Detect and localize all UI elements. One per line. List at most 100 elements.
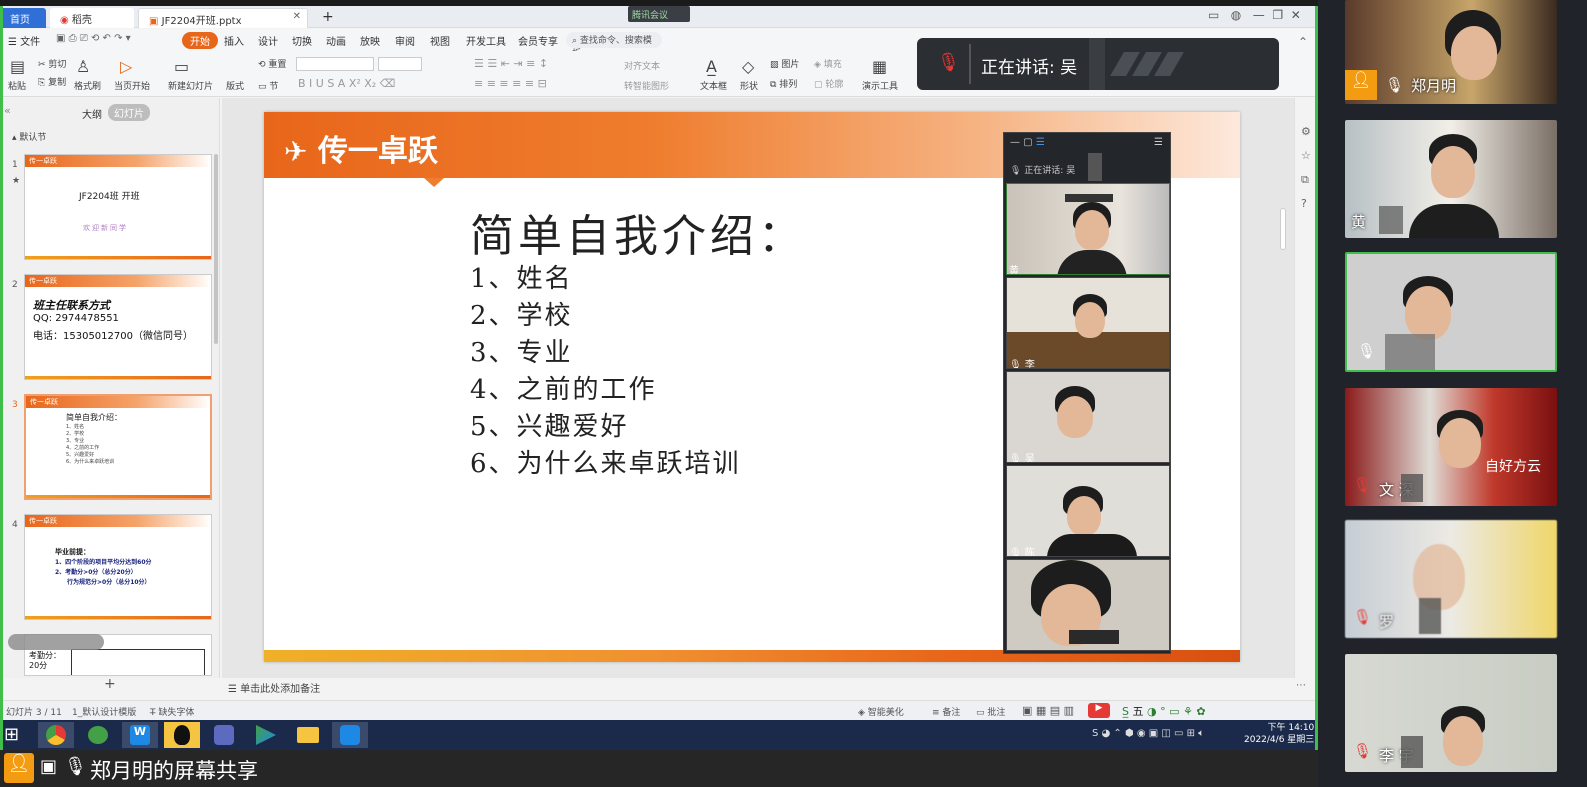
quick-access-icons[interactable]: ▣ ⎙ ⎚ ⟲ ↶ ↷ ▾ bbox=[56, 33, 131, 44]
picture-button[interactable]: ▨ 图片 bbox=[770, 57, 799, 70]
text-box-icon[interactable]: A̲ bbox=[706, 57, 717, 76]
new-slide-button[interactable]: 新建幻灯片 bbox=[168, 79, 213, 92]
format-painter-icon[interactable]: ♙ bbox=[76, 57, 90, 76]
layout-button[interactable]: 版式 bbox=[226, 79, 244, 92]
tab-transition[interactable]: 切换 bbox=[292, 33, 312, 48]
meeting-indicator[interactable]: 腾讯会议 bbox=[628, 6, 690, 22]
file-menu[interactable]: ☰ 文件 bbox=[8, 33, 40, 48]
slides-view-tab[interactable]: 幻灯片 bbox=[108, 104, 150, 121]
section-button[interactable]: ▭ 节 bbox=[258, 79, 278, 92]
participant-tile[interactable]: 🎙︎ 李 宇 bbox=[1345, 654, 1557, 772]
minimize-icon[interactable]: — bbox=[1253, 8, 1265, 22]
tab-view[interactable]: 视图 bbox=[430, 33, 450, 48]
close-window-icon[interactable]: ✕ bbox=[1291, 8, 1301, 22]
notes-toggle-button[interactable]: ≡ 备注 bbox=[932, 705, 960, 718]
font-family-select[interactable] bbox=[296, 57, 374, 71]
tab-file[interactable]: ▣ JF2204开班.pptx ✕ bbox=[138, 8, 308, 28]
smart-graphic-button[interactable]: 转智能图形 bbox=[624, 79, 669, 92]
tab-docer[interactable]: ◉ 稻壳 bbox=[50, 8, 134, 28]
slideshow-play-button[interactable]: ▶ bbox=[1088, 703, 1110, 718]
mini-scroll-down-icon[interactable] bbox=[1069, 630, 1119, 644]
slide-thumbnail-1[interactable]: 传一卓跃 JF2204班 开班 欢迎新同学 bbox=[24, 154, 212, 260]
tab-design[interactable]: 设计 bbox=[258, 33, 278, 48]
paste-button[interactable]: 粘贴 bbox=[8, 79, 26, 92]
participant-tile-active-speaker[interactable]: 🎙︎ bbox=[1345, 252, 1557, 372]
slide-thumbnail-2[interactable]: 传一卓跃 班主任联系方式 QQ: 2974478551 电话：153050127… bbox=[24, 274, 212, 380]
tab-member[interactable]: 会员专享 bbox=[518, 33, 558, 48]
avatar[interactable]: ◍ bbox=[1231, 8, 1241, 22]
arrange-button[interactable]: ⧉ 排列 bbox=[770, 77, 797, 90]
floating-chip[interactable] bbox=[8, 634, 104, 650]
mini-scroll-up-icon[interactable] bbox=[1065, 194, 1113, 202]
outline-button[interactable]: ▢ 轮廓 bbox=[814, 77, 843, 90]
tab-start[interactable]: 开始 bbox=[182, 32, 218, 49]
shape-button[interactable]: 形状 bbox=[740, 79, 758, 92]
mini-video-tile[interactable]: 黄 bbox=[1006, 183, 1170, 275]
template-name[interactable]: 1_默认设计模版 bbox=[72, 705, 136, 718]
app-taskbar-icon[interactable] bbox=[206, 722, 242, 748]
font-style-buttons[interactable]: B I U S A X² X₂ ⌫ bbox=[298, 77, 395, 90]
participant-tile[interactable]: 🎙︎ 罗 bbox=[1345, 520, 1557, 638]
close-tab-icon[interactable]: ✕ bbox=[293, 11, 301, 22]
system-tray-icons[interactable]: S ◕ ⌃ ⬢ ◉ ▣ ◫ ▭ ⊞ 🔈︎ bbox=[1092, 728, 1204, 739]
thumbnail-scrollbar[interactable] bbox=[214, 154, 218, 344]
present-tools-button[interactable]: 演示工具 bbox=[862, 79, 898, 92]
chrome-taskbar-icon[interactable] bbox=[38, 722, 74, 748]
mini-video-tile[interactable] bbox=[1006, 559, 1170, 651]
tencent-meeting-taskbar-icon[interactable] bbox=[332, 722, 368, 748]
participant-tile[interactable]: 👤︎ 🎙︎ 郑月明 bbox=[1345, 0, 1557, 104]
copy-button[interactable]: ⎘ 复制 bbox=[38, 75, 66, 88]
shape-icon[interactable]: ◇ bbox=[742, 57, 754, 76]
maximize-icon[interactable]: ❐ bbox=[1272, 8, 1283, 22]
tab-home[interactable]: 首页 bbox=[0, 8, 46, 28]
text-box-button[interactable]: 文本框 bbox=[700, 79, 727, 92]
mini-video-tile[interactable]: 🎙︎ 陈 bbox=[1006, 465, 1170, 557]
new-tab-button[interactable]: + bbox=[312, 6, 338, 26]
missing-font-indicator[interactable]: T̶ 缺失字体 bbox=[150, 705, 194, 718]
collapse-pane-icon[interactable]: « bbox=[4, 104, 11, 117]
text-align-button[interactable]: 对齐文本 bbox=[624, 59, 660, 72]
wechat-taskbar-icon[interactable] bbox=[80, 722, 116, 748]
new-slide-icon[interactable]: ▭ bbox=[174, 57, 189, 76]
participant-tile[interactable]: 自好方云 🎙︎ 文 深 bbox=[1345, 388, 1557, 506]
cut-button[interactable]: ✂ 剪切 bbox=[38, 57, 66, 70]
side-tool-icons[interactable]: ⚙ ☆ ⧉? bbox=[1301, 120, 1311, 216]
font-size-select[interactable] bbox=[378, 57, 422, 71]
tab-review[interactable]: 审阅 bbox=[395, 33, 415, 48]
command-search[interactable]: ⌕ 查找命令、搜索模板 bbox=[566, 32, 662, 59]
tab-insert[interactable]: 插入 bbox=[224, 33, 244, 48]
mini-video-tile[interactable]: 🎙︎ 李 bbox=[1006, 277, 1170, 369]
play-from-current-icon[interactable]: ▷ bbox=[120, 57, 132, 76]
mini-menu-icon[interactable]: ☰ bbox=[1154, 137, 1163, 148]
wps-taskbar-icon[interactable]: W bbox=[122, 722, 158, 748]
section-header[interactable]: ▴ 默认节 bbox=[12, 130, 46, 143]
layout-icon[interactable]: ▭ bbox=[1208, 8, 1219, 22]
slide-thumbnail-3-selected[interactable]: 传一卓跃 简单自我介绍： 1、姓名 2、学校 3、专业 4、之前的工作 5、兴趣… bbox=[24, 394, 212, 500]
player-taskbar-icon[interactable] bbox=[248, 722, 284, 748]
reset-button[interactable]: ⟲ 重置 bbox=[258, 57, 286, 70]
more-options-icon[interactable]: ⋯ bbox=[1296, 680, 1306, 691]
alignment-buttons[interactable]: ≡ ≡ ≡ ≡ ≡ ⊟ bbox=[474, 77, 547, 90]
mini-video-tile[interactable]: 🎙︎ 吴 bbox=[1006, 371, 1170, 463]
ime-indicator[interactable]: S̲ 五 ◑ ° ▭ ⚘ ✿ bbox=[1122, 703, 1206, 719]
system-clock[interactable]: 下午 14:10 2022/4/6 星期三 bbox=[1244, 722, 1314, 746]
tab-slideshow[interactable]: 放映 bbox=[360, 33, 380, 48]
participant-tile[interactable]: 黄 bbox=[1345, 120, 1557, 238]
play-from-current-button[interactable]: 当页开始 bbox=[114, 79, 150, 92]
tab-animation[interactable]: 动画 bbox=[326, 33, 346, 48]
mini-window-controls[interactable]: — ▢ ☰ bbox=[1010, 137, 1045, 148]
collapse-ribbon-icon[interactable]: ⌃ bbox=[1298, 35, 1308, 49]
windows-start-icon[interactable]: ⊞ bbox=[4, 724, 19, 745]
notes-placeholder[interactable]: ☰ 单击此处添加备注 bbox=[228, 680, 320, 695]
canvas-scrollbar[interactable] bbox=[1280, 208, 1286, 250]
view-mode-buttons[interactable]: ▣ ▦ ▤ ▥ bbox=[1022, 704, 1074, 717]
comments-button[interactable]: ▭ 批注 bbox=[976, 705, 1005, 718]
explorer-taskbar-icon[interactable] bbox=[290, 722, 326, 748]
fill-button[interactable]: ◈ 填充 bbox=[814, 57, 842, 70]
add-slide-button[interactable]: + bbox=[104, 676, 116, 692]
smart-beautify-button[interactable]: ◈ 智能美化 bbox=[858, 705, 904, 718]
paste-icon[interactable]: ▤ bbox=[10, 57, 25, 76]
paragraph-buttons[interactable]: ☰ ☰ ⇤ ⇥ ≡ ↕ bbox=[474, 57, 548, 70]
outline-view-tab[interactable]: 大纲 bbox=[82, 106, 102, 121]
tab-devtools[interactable]: 开发工具 bbox=[466, 33, 506, 48]
